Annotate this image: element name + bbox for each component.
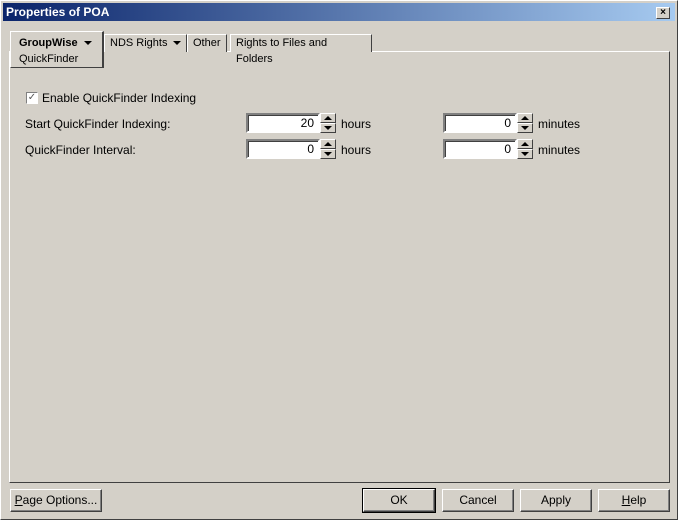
dropdown-arrow-icon[interactable] <box>83 41 92 46</box>
tab-panel <box>9 51 670 483</box>
dropdown-arrow-icon[interactable] <box>173 41 182 46</box>
spin-down-icon[interactable] <box>320 149 336 159</box>
tab-groupwise[interactable]: GroupWise QuickFinder <box>10 31 104 68</box>
subtab-quickfinder[interactable]: QuickFinder <box>19 51 94 67</box>
title-bar: Properties of POA × <box>3 3 675 21</box>
interval-minutes-input[interactable]: 0 <box>443 139 517 159</box>
start-minutes-spinner[interactable] <box>517 113 533 133</box>
start-hours-spinner[interactable] <box>320 113 336 133</box>
spin-down-icon[interactable] <box>517 149 533 159</box>
spin-down-icon[interactable] <box>320 123 336 133</box>
properties-dialog: Properties of POA × GroupWise QuickFinde… <box>0 0 678 520</box>
interval-hours-input[interactable]: 0 <box>246 139 320 159</box>
cancel-button[interactable]: Cancel <box>442 489 514 512</box>
ok-button[interactable]: OK <box>362 488 436 513</box>
page-options-button[interactable]: Page Options... <box>10 489 102 512</box>
close-icon[interactable]: × <box>656 7 670 19</box>
tab-rights-files-folders[interactable]: Rights to Files and Folders <box>230 34 372 65</box>
minutes-label: minutes <box>538 117 581 131</box>
label: age Options... <box>22 493 98 507</box>
start-hours-input[interactable]: 20 <box>246 113 320 133</box>
spin-down-icon[interactable] <box>517 123 533 133</box>
spin-up-icon[interactable] <box>320 113 336 123</box>
enable-quickfinder-label: Enable QuickFinder Indexing <box>42 91 197 105</box>
interval-label: QuickFinder Interval: <box>25 143 136 157</box>
hours-label: hours <box>341 143 372 157</box>
enable-quickfinder-checkbox[interactable]: ✓ <box>26 92 38 104</box>
help-button[interactable]: Help <box>598 489 670 512</box>
minutes-label: minutes <box>538 143 581 157</box>
hours-label: hours <box>341 117 372 131</box>
tab-groupwise-label: GroupWise <box>19 37 78 49</box>
tab-nds-rights[interactable]: NDS Rights <box>104 34 188 52</box>
label: elp <box>630 493 647 507</box>
spin-up-icon[interactable] <box>517 113 533 123</box>
start-indexing-label: Start QuickFinder Indexing: <box>25 117 171 131</box>
mnemonic: P <box>14 493 23 507</box>
apply-button[interactable]: Apply <box>520 489 592 512</box>
interval-hours-spinner[interactable] <box>320 139 336 159</box>
interval-minutes-spinner[interactable] <box>517 139 533 159</box>
spin-up-icon[interactable] <box>517 139 533 149</box>
tab-other[interactable]: Other <box>187 34 227 52</box>
spin-up-icon[interactable] <box>320 139 336 149</box>
window-title: Properties of POA <box>6 5 110 19</box>
tab-nds-rights-label: NDS Rights <box>110 37 168 49</box>
start-minutes-input[interactable]: 0 <box>443 113 517 133</box>
